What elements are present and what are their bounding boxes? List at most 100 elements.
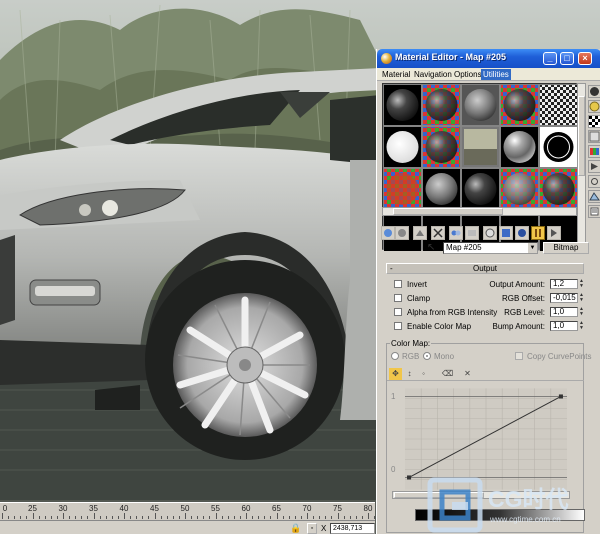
slot-7 <box>423 127 460 167</box>
spinner-arrows-icon[interactable]: ▲ ▼ <box>579 321 584 331</box>
time-minor-tick <box>221 516 223 519</box>
move-point-icon[interactable]: ✥ <box>389 368 402 380</box>
minimize-button[interactable]: _ <box>543 52 557 65</box>
pick-material-icon[interactable]: ↖ <box>427 242 439 254</box>
alpha-from-rgb-checkbox[interactable] <box>394 308 402 316</box>
rollout-title: Output <box>472 264 497 273</box>
time-minor-tick <box>166 516 168 519</box>
slots-vertical-scrollbar[interactable] <box>577 83 586 250</box>
slot-3 <box>462 85 499 125</box>
time-tick-label: 0 <box>2 504 8 513</box>
slot-12 <box>423 169 460 209</box>
output-amount-field[interactable]: 1,2 <box>550 279 578 289</box>
sample-slots[interactable] <box>382 83 578 251</box>
menu-utilities[interactable]: Utilities <box>481 69 511 80</box>
copy-curvepoints-checkbox[interactable] <box>515 352 523 360</box>
time-ruler[interactable]: 0 25 30 35 40 45 50 55 60 65 70 75 80 <box>0 503 394 521</box>
get-material-icon[interactable] <box>381 226 395 240</box>
status-bar: 🔒 ▫ X 2438,713 <box>0 522 375 534</box>
time-tick <box>337 513 339 519</box>
scroll-thumb[interactable] <box>578 96 585 176</box>
time-tick-label: 25 <box>28 504 37 513</box>
go-to-parent-icon[interactable] <box>531 226 545 240</box>
spinner-arrows-icon[interactable]: ▲ ▼ <box>579 307 584 317</box>
spinner-arrows-icon[interactable]: ▲ ▼ <box>579 293 584 303</box>
reset-map-icon[interactable] <box>431 226 445 240</box>
time-tick <box>93 513 95 519</box>
go-forward-to-sibling-icon[interactable] <box>547 226 561 240</box>
slot-14 <box>501 169 538 209</box>
select-by-material-icon[interactable] <box>588 190 600 203</box>
absolute-mode-icon[interactable]: ▫ <box>307 523 317 534</box>
time-minor-tick <box>117 516 119 519</box>
clamp-checkbox[interactable] <box>394 294 402 302</box>
material-effects-channel-icon[interactable] <box>483 226 497 240</box>
curve-point-start <box>407 475 412 480</box>
assign-to-selection-icon[interactable] <box>413 226 427 240</box>
video-color-check-icon[interactable] <box>588 145 600 158</box>
color-map-curve-graph[interactable] <box>405 384 567 494</box>
copy-curvepoints-label: Copy CurvePoints <box>527 352 592 361</box>
delete-point-icon[interactable]: ⌫ <box>441 368 454 380</box>
spinner-arrows-icon[interactable]: ▲ ▼ <box>579 279 584 289</box>
time-minor-tick <box>374 516 376 519</box>
slot-13 <box>462 169 499 209</box>
time-minor-tick <box>81 516 83 519</box>
material-navigator-icon[interactable] <box>588 205 600 218</box>
time-minor-tick <box>172 516 174 519</box>
close-button[interactable]: × <box>578 52 592 65</box>
color-map-toolbar: ✥ ↕ ◦ ⌫ ✕ <box>387 368 584 381</box>
time-tick <box>246 513 247 519</box>
sample-type-icon[interactable] <box>588 85 600 98</box>
menu-material[interactable]: Material <box>380 69 412 80</box>
timeline[interactable]: 0 25 30 35 40 45 50 55 60 65 70 75 80 🔒 ▫ X 2438,713 <box>0 502 394 534</box>
show-end-result-icon[interactable] <box>515 226 529 240</box>
make-preview-icon[interactable] <box>588 160 600 173</box>
x-coord-field[interactable]: 2438,713 <box>330 523 375 534</box>
invert-checkbox[interactable] <box>394 280 402 288</box>
enable-color-map-checkbox[interactable] <box>394 322 402 330</box>
map-type-button[interactable]: Bitmap <box>543 242 589 254</box>
put-to-scene-icon[interactable] <box>395 226 409 240</box>
reset-curve-icon[interactable]: ✕ <box>461 368 474 380</box>
time-minor-tick <box>14 516 16 519</box>
maximize-button[interactable]: □ <box>560 52 574 65</box>
curve-horizontal-scrollbar[interactable] <box>392 491 570 499</box>
make-unique-icon[interactable] <box>449 226 463 240</box>
background-icon[interactable] <box>588 115 600 128</box>
output-rollout-header[interactable]: - Output <box>386 263 584 274</box>
menu-options[interactable]: Options <box>452 69 484 80</box>
scale-point-icon[interactable]: ↕ <box>403 368 416 380</box>
time-minor-tick <box>148 516 150 519</box>
time-minor-tick <box>130 516 132 519</box>
time-minor-tick <box>105 516 107 519</box>
title-bar[interactable]: Material Editor - Map #205 _ □ × <box>377 49 600 68</box>
color-map-label: Color Map: <box>390 339 432 348</box>
lock-icon[interactable]: 🔒 <box>290 523 301 534</box>
rgb-radio[interactable] <box>391 352 399 360</box>
backlight-icon[interactable] <box>588 100 600 113</box>
sample-uv-tiling-icon[interactable] <box>588 130 600 143</box>
material-editor-window[interactable]: Material Editor - Map #205 _ □ × Materia… <box>376 49 600 534</box>
bump-amount-field[interactable]: 1,0 <box>550 321 578 331</box>
add-point-icon[interactable]: ◦ <box>417 368 430 380</box>
slot-11 <box>384 169 421 209</box>
time-tick <box>368 513 369 519</box>
put-to-library-icon[interactable] <box>465 226 479 240</box>
slots-horizontal-scrollbar[interactable] <box>382 207 577 216</box>
menu-navigation[interactable]: Navigation <box>412 69 454 80</box>
time-tick-label: 80 <box>363 504 373 513</box>
show-map-in-viewport-icon[interactable] <box>499 226 513 240</box>
rgb-offset-field[interactable]: -0,015 <box>550 293 578 303</box>
time-minor-tick <box>288 516 290 519</box>
rgb-level-field[interactable]: 1,0 <box>550 307 578 317</box>
scroll-thumb[interactable] <box>393 208 503 215</box>
mono-radio[interactable] <box>423 352 431 360</box>
slot-8 <box>462 127 499 167</box>
slot-4 <box>501 85 538 125</box>
time-tick-label: 70 <box>302 504 312 513</box>
chevron-down-icon[interactable]: ▼ <box>528 243 537 253</box>
options-icon[interactable] <box>588 175 600 188</box>
scroll-thumb[interactable] <box>394 492 484 498</box>
map-name-field[interactable]: Map #205 <box>443 242 538 254</box>
